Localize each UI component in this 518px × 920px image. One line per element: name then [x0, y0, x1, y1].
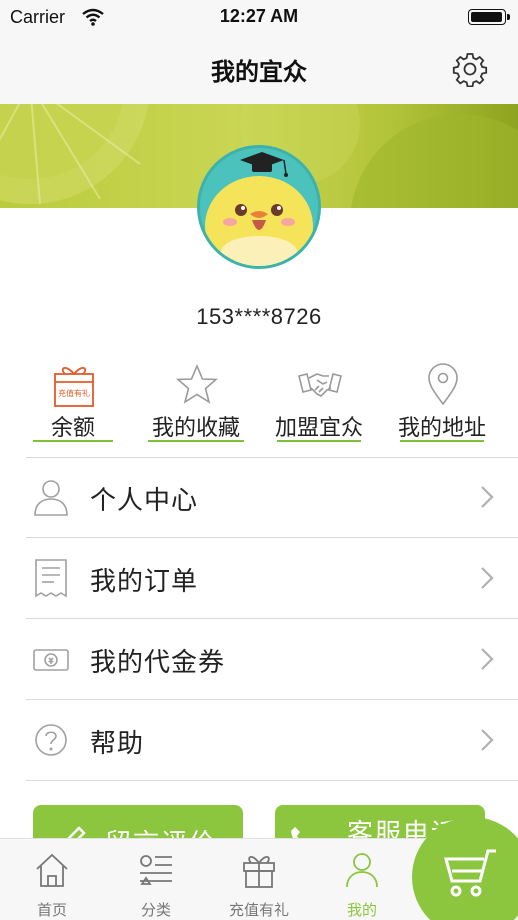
user-icon	[34, 480, 68, 516]
tab-label: 分类	[140, 902, 171, 919]
quick-action-label: 余额	[50, 415, 95, 440]
status-bar: Carrier 12:27 AM	[0, 0, 518, 34]
tab-home[interactable]: 首页	[2, 839, 102, 920]
quick-action-balance[interactable]: 充值有礼 余额	[13, 358, 133, 450]
quick-action-label: 我的收藏	[151, 415, 240, 440]
user-phone-number: 153****8726	[196, 304, 322, 329]
chevron-right-icon	[481, 567, 494, 589]
chevron-right-icon	[481, 486, 494, 508]
quick-action-underline	[148, 440, 244, 442]
help-icon	[35, 724, 67, 756]
tab-label: 首页	[36, 902, 67, 919]
quick-action-underline	[33, 440, 113, 442]
menu-item-label: 帮助	[90, 728, 145, 758]
menu-item-help[interactable]: 帮助	[0, 700, 518, 780]
category-icon	[140, 855, 172, 885]
quick-action-favorites[interactable]: 我的收藏	[136, 358, 256, 450]
gift-icon	[54, 367, 94, 407]
chevron-right-icon	[481, 729, 494, 751]
quick-action-join[interactable]: 加盟宜众	[259, 358, 379, 450]
gift-icon-text: 充值有礼	[58, 389, 90, 398]
tab-category[interactable]: 分类	[106, 839, 206, 920]
quick-action-label: 我的地址	[397, 415, 486, 440]
gift-icon	[243, 856, 275, 888]
receipt-icon	[35, 559, 67, 598]
menu-item-label: 个人中心	[90, 485, 199, 515]
quick-action-label: 加盟宜众	[274, 415, 363, 440]
tab-recharge[interactable]: 充值有礼	[209, 839, 309, 920]
cart-icon	[444, 849, 496, 897]
page-title: 我的宜众	[211, 59, 307, 86]
avatar[interactable]	[197, 145, 321, 269]
menu-item-label: 我的订单	[90, 566, 199, 596]
menu-item-label: 我的代金券	[90, 647, 226, 677]
battery-icon	[468, 9, 510, 25]
user-icon	[346, 853, 378, 888]
gear-icon[interactable]	[452, 51, 488, 87]
status-time: 12:27 AM	[219, 6, 299, 26]
handshake-icon	[298, 373, 342, 397]
chevron-right-icon	[481, 648, 494, 670]
chick-avatar-image	[205, 152, 313, 266]
home-icon	[36, 853, 68, 887]
tab-mine[interactable]: 我的	[312, 839, 412, 920]
quick-action-underline	[400, 440, 484, 442]
nav-bar: 我的宜众	[0, 34, 518, 104]
divider	[26, 780, 518, 781]
voucher-icon	[33, 649, 69, 671]
quick-action-address[interactable]: 我的地址	[382, 358, 502, 450]
location-pin-icon	[428, 363, 458, 406]
quick-actions: 充值有礼 余额 我的收藏 加盟宜众 我的地址	[0, 358, 518, 450]
menu-item-vouchers[interactable]: 我的代金券	[0, 619, 518, 699]
tab-label: 充值有礼	[228, 902, 289, 919]
star-icon	[175, 363, 219, 404]
tab-label: 我的	[346, 902, 377, 919]
menu-item-orders[interactable]: 我的订单	[0, 538, 518, 618]
quick-action-underline	[277, 440, 361, 442]
menu-item-profile[interactable]: 个人中心	[0, 457, 518, 537]
